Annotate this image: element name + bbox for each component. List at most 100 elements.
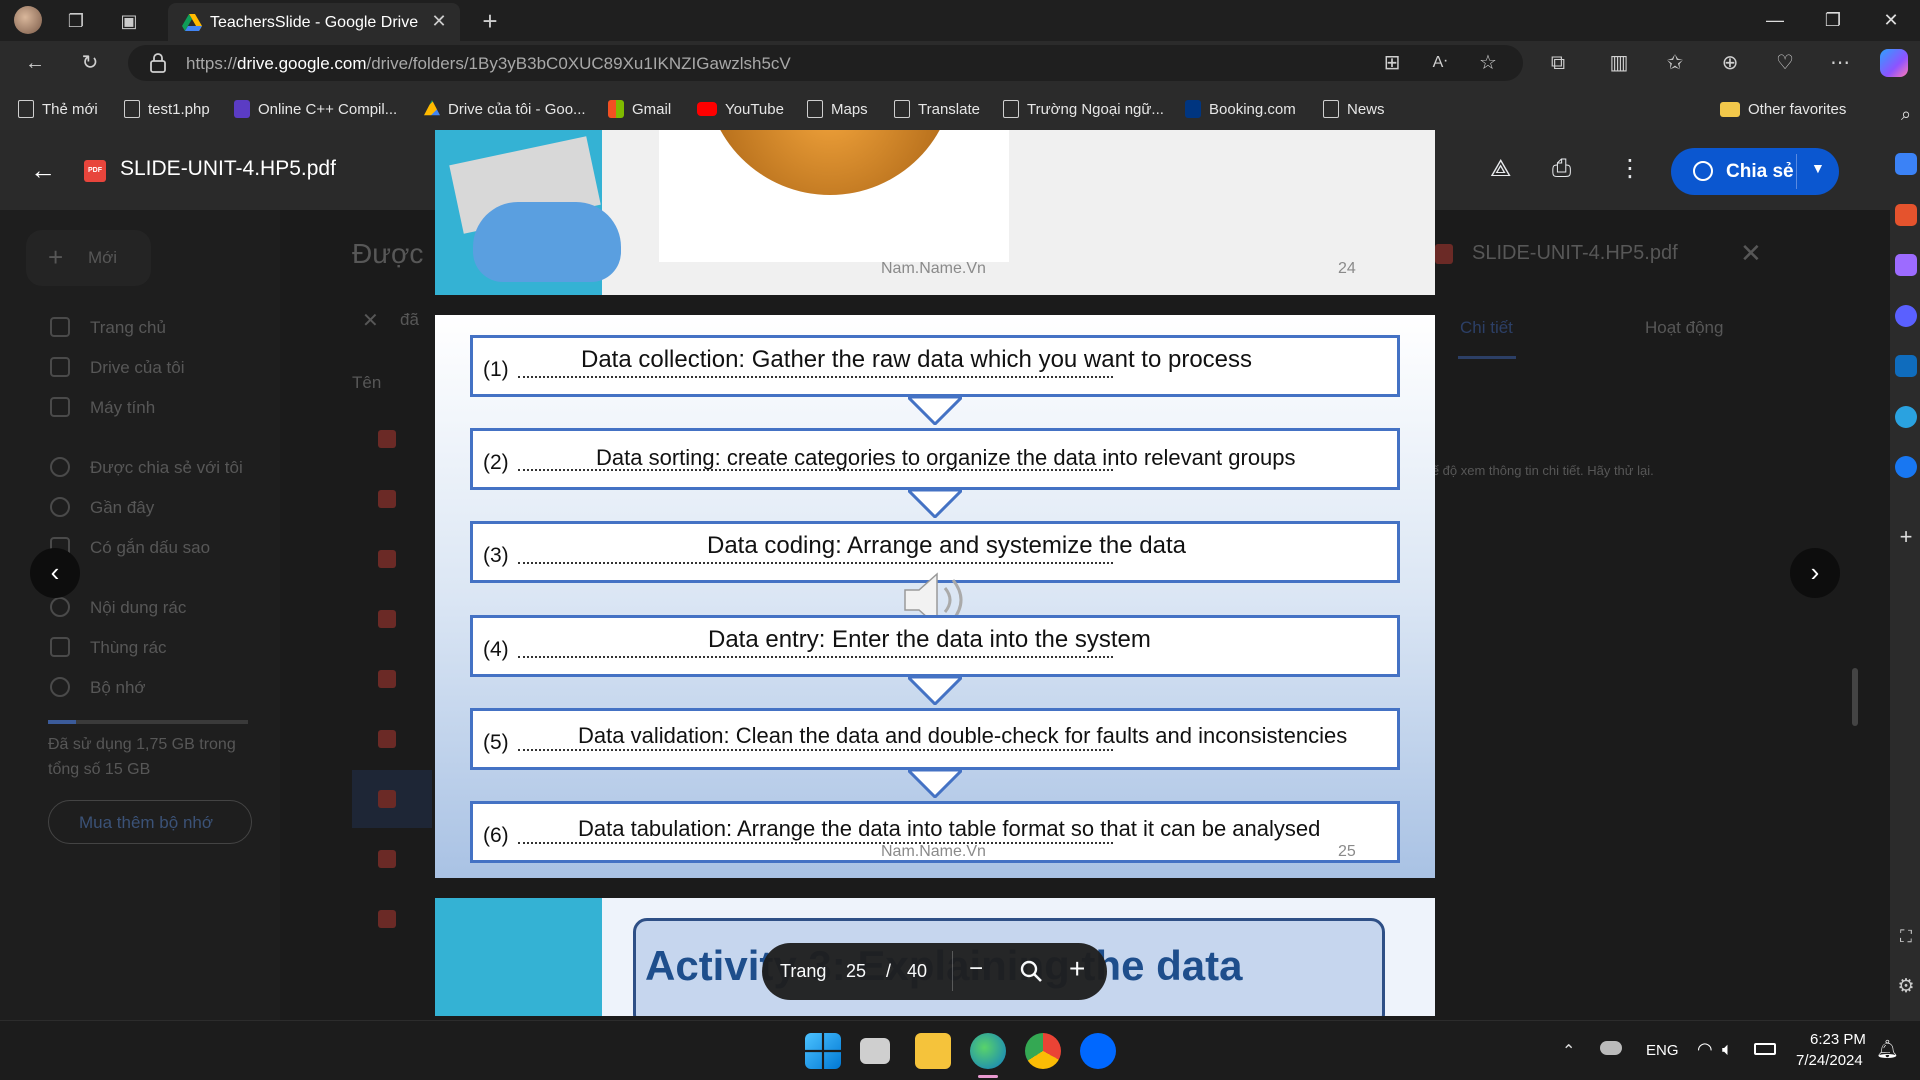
add-shortcut-icon[interactable]: ⟁ bbox=[1490, 155, 1511, 183]
screenshot-icon[interactable]: ⛶ bbox=[1895, 926, 1917, 948]
read-aloud-icon[interactable]: Aᐧ bbox=[1426, 49, 1454, 77]
favorite-item[interactable]: Trường Ngoại ngữ... bbox=[1003, 98, 1164, 120]
favorite-item[interactable]: News bbox=[1323, 98, 1385, 120]
details-pdf-icon bbox=[1435, 244, 1453, 264]
active-app-indicator bbox=[978, 1075, 998, 1078]
tab-actions-icon[interactable]: ▣ bbox=[117, 9, 141, 33]
task-view-icon[interactable] bbox=[860, 1038, 890, 1064]
refresh-icon[interactable]: ↻ bbox=[76, 49, 104, 77]
activity-tab[interactable]: Hoạt động bbox=[1645, 318, 1723, 338]
games-icon[interactable] bbox=[1895, 254, 1917, 276]
windows-start-icon[interactable] bbox=[805, 1033, 841, 1069]
nav-my-drive[interactable]: Drive của tôi bbox=[90, 358, 184, 378]
favorite-item[interactable]: Thẻ mới bbox=[18, 98, 98, 120]
favorite-item[interactable]: Translate bbox=[894, 98, 980, 120]
active-tab[interactable]: TeachersSlide - Google Drive ✕ bbox=[168, 3, 460, 41]
favorite-item[interactable]: YouTube bbox=[697, 98, 784, 120]
favorite-item[interactable]: Booking.com bbox=[1185, 98, 1296, 120]
previous-file-button[interactable]: ‹ bbox=[30, 548, 80, 598]
edge-icon[interactable] bbox=[970, 1033, 1006, 1069]
zalo-icon[interactable] bbox=[1080, 1033, 1116, 1069]
search-icon[interactable]: ⌕ bbox=[1895, 103, 1917, 125]
notification-bell-icon[interactable]: 🔔︎ bbox=[1876, 1039, 1899, 1060]
current-page-input[interactable]: 25 bbox=[846, 961, 866, 982]
favorite-item[interactable]: Maps bbox=[807, 98, 868, 120]
minimize-button[interactable]: — bbox=[1750, 0, 1800, 40]
favorite-item[interactable]: Drive của tôi - Goo... bbox=[424, 98, 586, 120]
search-chip[interactable]: đã bbox=[400, 310, 419, 330]
workspaces-icon[interactable]: ❐ bbox=[64, 9, 88, 33]
chrome-icon[interactable] bbox=[1025, 1033, 1061, 1069]
split-screen-icon[interactable]: ▥ bbox=[1605, 49, 1633, 77]
nav-recent[interactable]: Gần đây bbox=[90, 498, 154, 518]
shopping-tag-icon[interactable] bbox=[1895, 153, 1917, 175]
new-tab-icon[interactable]: + bbox=[478, 8, 502, 34]
flow-step-1: (1) Data collection: Gather the raw data… bbox=[470, 335, 1400, 397]
nav-storage[interactable]: Bộ nhớ bbox=[90, 678, 146, 698]
globe-icon bbox=[1693, 161, 1713, 181]
nav-home[interactable]: Trang chủ bbox=[90, 318, 166, 338]
flow-step-2: (2) Data sorting: create categories to o… bbox=[470, 428, 1400, 490]
favorite-star-icon[interactable]: ☆ bbox=[1474, 49, 1502, 77]
facebook-icon[interactable] bbox=[1895, 456, 1917, 478]
more-actions-icon[interactable]: ⋮ bbox=[1618, 154, 1642, 183]
pdf-page-25: (1) Data collection: Gather the raw data… bbox=[435, 315, 1435, 878]
nav-starred[interactable]: Có gắn dấu sao bbox=[90, 538, 210, 558]
zoom-out-icon[interactable]: − bbox=[969, 955, 983, 983]
collections-icon[interactable]: ⊕ bbox=[1716, 49, 1744, 77]
scrollbar-thumb[interactable] bbox=[1852, 668, 1858, 726]
zoom-in-icon[interactable]: + bbox=[1069, 953, 1085, 985]
share-dropdown-icon[interactable]: ▼ bbox=[1811, 160, 1825, 176]
clear-filter-icon[interactable]: ✕ bbox=[362, 308, 379, 333]
new-button[interactable]: + Mới bbox=[26, 230, 151, 286]
address-bar[interactable]: https://drive.google.com/drive/folders/1… bbox=[128, 45, 1523, 81]
nav-spam[interactable]: Nội dung rác bbox=[90, 598, 186, 618]
tools-icon[interactable] bbox=[1895, 204, 1917, 226]
share-button[interactable]: Chia sẻ ▼ bbox=[1671, 148, 1839, 195]
next-file-button[interactable]: › bbox=[1790, 548, 1840, 598]
extensions-icon[interactable]: ⧉ bbox=[1544, 49, 1572, 77]
show-hidden-icons[interactable]: ⌃ bbox=[1562, 1041, 1575, 1061]
copilot-icon[interactable] bbox=[1880, 49, 1908, 77]
file-explorer-icon[interactable] bbox=[915, 1033, 951, 1069]
telegram-icon[interactable] bbox=[1895, 406, 1917, 428]
nav-trash[interactable]: Thùng rác bbox=[90, 638, 167, 658]
details-close-icon[interactable]: ✕ bbox=[1740, 238, 1762, 269]
outlook-icon[interactable] bbox=[1895, 355, 1917, 377]
volume-icon[interactable]: 🔈︎ bbox=[1722, 1039, 1733, 1060]
print-icon[interactable]: ⎙ bbox=[1552, 155, 1571, 183]
lock-icon bbox=[150, 53, 166, 73]
battery-icon[interactable] bbox=[1754, 1043, 1776, 1055]
wifi-icon[interactable]: ◠ bbox=[1697, 1039, 1713, 1060]
tab-close-icon[interactable]: ✕ bbox=[428, 10, 450, 32]
copilot-app-icon[interactable] bbox=[1895, 305, 1917, 327]
onedrive-icon[interactable] bbox=[1600, 1041, 1622, 1055]
more-menu-icon[interactable]: ⋯ bbox=[1826, 49, 1854, 77]
page-icon bbox=[807, 100, 823, 118]
favorites-icon[interactable]: ✩ bbox=[1661, 49, 1689, 77]
clock-time[interactable]: 6:23 PM bbox=[1810, 1031, 1866, 1048]
browser-essentials-icon[interactable]: ♡ bbox=[1771, 49, 1799, 77]
language-indicator[interactable]: ENG bbox=[1646, 1042, 1679, 1059]
profile-avatar[interactable] bbox=[14, 6, 42, 34]
app-available-icon[interactable]: ⊞ bbox=[1378, 49, 1406, 77]
favorite-item[interactable]: Online C++ Compil... bbox=[234, 98, 397, 120]
clock-date[interactable]: 7/24/2024 bbox=[1796, 1052, 1863, 1069]
favorite-item[interactable]: test1.php bbox=[124, 98, 210, 120]
back-icon[interactable]: ← bbox=[21, 49, 49, 77]
buy-storage-button[interactable]: Mua thêm bộ nhớ bbox=[48, 800, 252, 844]
restore-button[interactable]: ❐ bbox=[1808, 0, 1858, 40]
add-sidebar-icon[interactable]: + bbox=[1895, 526, 1917, 548]
viewer-back-icon[interactable]: ← bbox=[30, 155, 56, 186]
step-number: (3) bbox=[483, 544, 509, 567]
other-favorites[interactable]: Other favorites bbox=[1720, 98, 1846, 120]
favorite-item[interactable]: Gmail bbox=[608, 98, 671, 120]
zoom-icon[interactable] bbox=[1019, 959, 1043, 983]
p24-page-number: 24 bbox=[1338, 260, 1356, 277]
details-tab[interactable]: Chi tiết bbox=[1460, 318, 1513, 338]
name-column-header[interactable]: Tên bbox=[352, 373, 381, 393]
nav-shared[interactable]: Được chia sẻ với tôi bbox=[90, 458, 243, 478]
nav-computers[interactable]: Máy tính bbox=[90, 398, 155, 418]
close-window-button[interactable]: ✕ bbox=[1866, 0, 1916, 40]
settings-icon[interactable]: ⚙ bbox=[1895, 976, 1917, 998]
